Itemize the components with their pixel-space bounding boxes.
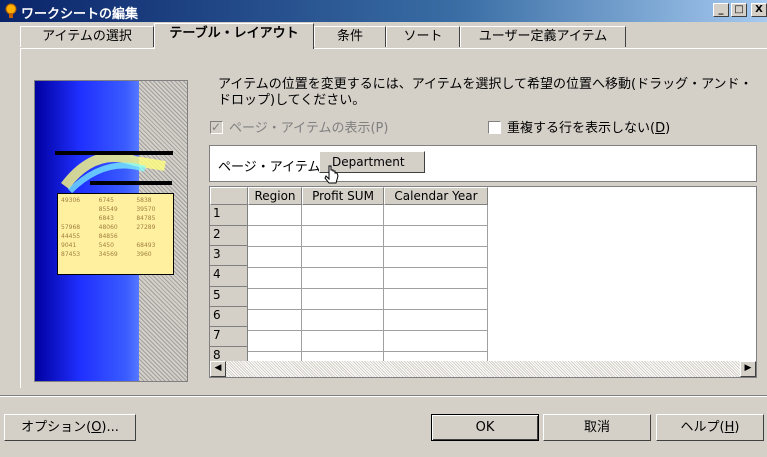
help-label-suffix: ) (734, 420, 740, 435)
row-header: 2 (210, 226, 248, 246)
worksheet-edit-dialog: ワークシートの編集 _ □ X アイテムの選択 テーブル・レイアウト 条件 ソー… (0, 0, 767, 457)
grid-corner (210, 187, 248, 205)
mnemonic-d: D (655, 121, 666, 136)
tab-user-defined-items[interactable]: ユーザー定義アイテム (460, 26, 626, 47)
page-items-label: ページ・アイテム: (218, 160, 325, 175)
instructions-text: アイテムの位置を変更するには、アイテムを選択して希望の位置へ移動(ドラッグ・アン… (218, 77, 753, 108)
tab-table-layout[interactable]: テーブル・レイアウト (154, 23, 314, 49)
mnemonic-h: H (724, 420, 735, 435)
hide-duplicate-rows-label: 重複する行を表示しない( (507, 121, 656, 136)
show-page-items-label: ページ・アイテムの表示(P) (229, 121, 389, 136)
minimize-button[interactable]: _ (713, 3, 729, 17)
help-label: ヘルプ( (680, 420, 725, 435)
column-header-calendar-year[interactable]: Calendar Year (384, 187, 488, 205)
tab-item-selection[interactable]: アイテムの選択 (20, 26, 154, 47)
tab-conditions[interactable]: 条件 (314, 26, 386, 47)
layout-graphic (55, 151, 173, 194)
row-header: 7 (210, 327, 248, 347)
row-header: 1 (210, 205, 248, 226)
label-close-paren: ) (665, 121, 671, 136)
checkbox-icon[interactable] (488, 121, 501, 134)
ok-button[interactable]: OK (431, 414, 539, 441)
options-button[interactable]: オプション(O)... (4, 414, 136, 441)
row-header: 8 (210, 347, 248, 362)
page-items-area[interactable]: ページ・アイテム: Department (209, 145, 757, 182)
app-icon (5, 3, 17, 18)
layout-grid: Region Profit SUM Calendar Year 1 2 3 4 … (209, 186, 757, 378)
maximize-button[interactable]: □ (731, 3, 747, 17)
column-header-profit-sum[interactable]: Profit SUM (302, 187, 384, 205)
layout-illustration: 49306 6745 5838 85549 39570 6843 84785 57968… (34, 80, 188, 382)
grid-cells[interactable] (248, 205, 488, 365)
options-label: オプション( (21, 420, 92, 435)
show-page-items-checkbox: ページ・アイテムの表示(P) (210, 119, 389, 137)
illustration-table: 49306 6745 5838 85549 39570 6843 84785 57968… (57, 193, 174, 275)
tab-sort[interactable]: ソート (386, 26, 460, 47)
scroll-left-button[interactable]: ◀ (210, 361, 226, 377)
row-header: 4 (210, 266, 248, 287)
window-title: ワークシートの編集 (21, 7, 139, 22)
row-header: 5 (210, 287, 248, 307)
help-button[interactable]: ヘルプ(H) (656, 414, 764, 441)
checkbox-checked-icon (210, 119, 223, 135)
hide-duplicate-rows-checkbox[interactable]: 重複する行を表示しない(D) (488, 121, 670, 137)
mnemonic-o: O (91, 420, 102, 435)
cancel-button[interactable]: 取消 (543, 414, 651, 441)
horizontal-scrollbar[interactable]: ◀ ▶ (210, 361, 756, 377)
column-header-region[interactable]: Region (248, 187, 302, 205)
separator (0, 395, 767, 397)
options-label-suffix: )... (101, 420, 119, 435)
mouse-cursor-icon (324, 165, 339, 184)
row-header: 6 (210, 307, 248, 327)
close-button[interactable]: X (751, 3, 767, 17)
scroll-right-button[interactable]: ▶ (740, 361, 756, 377)
row-header: 3 (210, 246, 248, 266)
title-bar[interactable]: ワークシートの編集 _ □ X (0, 0, 767, 22)
